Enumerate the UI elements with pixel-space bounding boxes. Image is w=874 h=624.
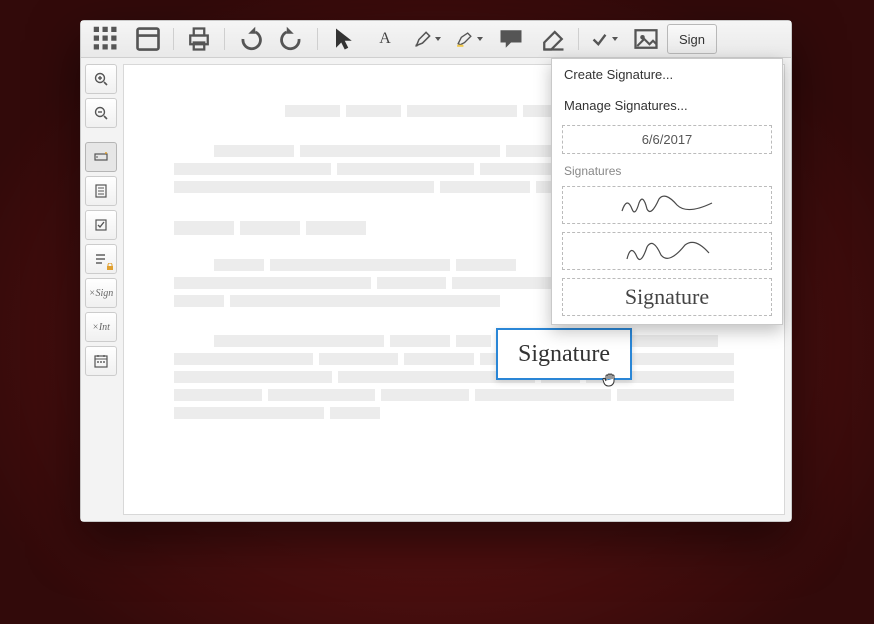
manage-signatures-item[interactable]: Manage Signatures... (552, 90, 782, 121)
highlighter-icon[interactable] (448, 24, 490, 54)
chevron-down-icon (477, 37, 483, 41)
grab-cursor-icon (601, 370, 621, 390)
signatures-section-label: Signatures (552, 162, 782, 184)
signature-drag-label: Signature (518, 341, 610, 368)
zoom-out-button[interactable] (85, 98, 117, 128)
saved-signature-1[interactable] (562, 186, 772, 224)
pen-tool-icon[interactable] (406, 24, 448, 54)
form-tool[interactable] (85, 176, 117, 206)
sign-label: Sign (95, 288, 113, 299)
sign-dropdown: Create Signature... Manage Signatures...… (551, 58, 783, 325)
left-tools-panel: ×Sign ×Int (81, 58, 121, 521)
main-toolbar: A Sign (81, 21, 791, 58)
page-icon[interactable] (127, 24, 169, 54)
zoom-in-button[interactable] (85, 64, 117, 94)
signature-field-tool[interactable]: ×Sign (85, 278, 117, 308)
saved-signature-2[interactable] (562, 232, 772, 270)
chevron-down-icon (612, 37, 618, 41)
text-tool-icon[interactable]: A (364, 24, 406, 54)
checkbox-tool[interactable] (85, 210, 117, 240)
sign-button[interactable]: Sign (667, 24, 717, 54)
image-tool-icon[interactable] (625, 24, 667, 54)
lock-icon (106, 263, 114, 271)
initials-label: Int (99, 322, 110, 333)
print-icon[interactable] (178, 24, 220, 54)
create-signature-item[interactable]: Create Signature... (552, 59, 782, 90)
pointer-icon[interactable] (322, 24, 364, 54)
comment-icon[interactable] (490, 24, 532, 54)
saved-signature-3[interactable]: Signature (562, 278, 772, 316)
initials-field-tool[interactable]: ×Int (85, 312, 117, 342)
locked-list-tool[interactable] (85, 244, 117, 274)
chevron-down-icon (435, 37, 441, 41)
grid-icon[interactable] (85, 24, 127, 54)
app-window: A Sign (80, 20, 792, 522)
redo-icon[interactable] (271, 24, 313, 54)
text-field-tool[interactable] (85, 142, 117, 172)
undo-icon[interactable] (229, 24, 271, 54)
date-field-tool[interactable] (85, 346, 117, 376)
eraser-icon[interactable] (532, 24, 574, 54)
checkmark-tool-icon[interactable] (583, 24, 625, 54)
sign-button-label: Sign (679, 32, 705, 47)
insert-date-item[interactable]: 6/6/2017 (562, 125, 772, 154)
